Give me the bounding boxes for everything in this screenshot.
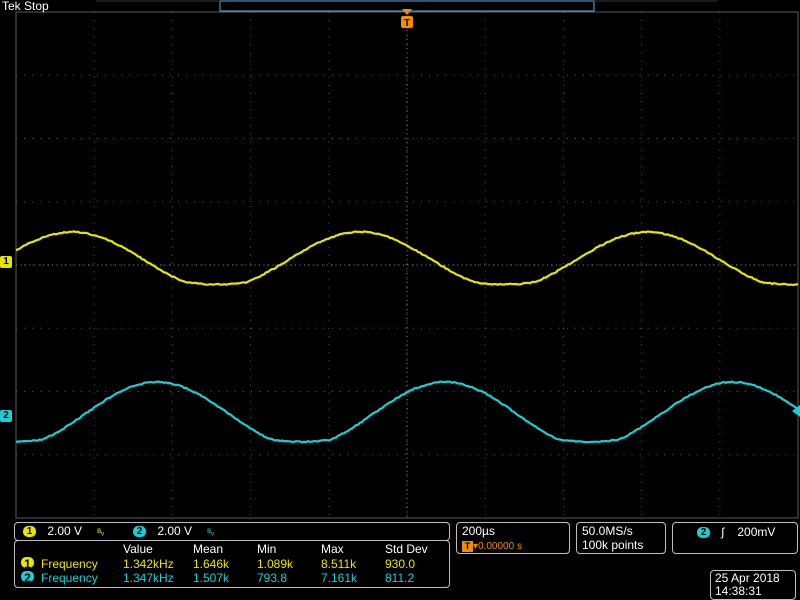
- trigger-level: 200mV: [737, 525, 775, 539]
- col-std-dev: Std Dev: [385, 542, 428, 556]
- status-header: Tek Stop: [2, 0, 49, 13]
- measurement-row-ch1[interactable]: 1 Frequency 1.342kHz 1.646k 1.089k 8.511…: [15, 557, 449, 571]
- col-min: Min: [257, 542, 276, 556]
- ch2-badge: 2: [133, 526, 146, 537]
- ch1-ground-marker[interactable]: 1: [0, 256, 12, 268]
- meas-ch2-min: 793.8: [257, 571, 287, 585]
- meas-ch2-badge: 2: [21, 571, 34, 582]
- meas-ch1-name: Frequency: [41, 557, 98, 571]
- brand-label: Tek: [2, 0, 21, 13]
- measurements-panel[interactable]: Value Mean Min Max Std Dev 1 Frequency 1…: [14, 540, 450, 588]
- col-mean: Mean: [193, 542, 223, 556]
- ch2-ground-marker[interactable]: 2: [0, 410, 12, 422]
- trigger-position-value: ▾0.00000 s: [473, 541, 522, 552]
- trigger-t-icon: T: [462, 541, 473, 552]
- ch1-scale-readout[interactable]: 1 2.00 V ᴮᵥ: [23, 524, 104, 539]
- meas-ch1-max: 8.511k: [321, 557, 356, 571]
- ch1-bandwidth-icon: ᴮᵥ: [97, 527, 104, 537]
- meas-ch2-mean: 1.507k: [193, 571, 229, 585]
- record-length: 100k points: [582, 538, 643, 552]
- timebase-panel[interactable]: 200µs T ▾0.00000 s: [456, 522, 570, 554]
- ch2-scale-readout[interactable]: 2 2.00 V ᴮᵥ: [133, 524, 214, 539]
- date-display: 25 Apr 2018: [715, 571, 780, 585]
- measurement-row-ch2[interactable]: 2 Frequency 1.347kHz 1.507k 793.8 7.161k…: [15, 571, 449, 585]
- ch2-bandwidth-icon: ᴮᵥ: [207, 527, 214, 537]
- rising-edge-icon: ʃ: [721, 525, 724, 539]
- meas-ch2-value: 1.347kHz: [123, 571, 174, 585]
- datetime-panel: 25 Apr 2018 14:38:31: [710, 570, 796, 600]
- channel-scale-panel[interactable]: 1 2.00 V ᴮᵥ 2 2.00 V ᴮᵥ: [14, 522, 450, 541]
- meas-ch1-badge: 1: [21, 557, 34, 568]
- meas-ch2-max: 7.161k: [321, 571, 357, 585]
- ch1-badge: 1: [23, 526, 36, 537]
- measurements-header-row: Value Mean Min Max Std Dev: [15, 542, 449, 556]
- ch1-scale: 2.00 V: [47, 524, 82, 538]
- meas-ch1-value: 1.342kHz: [123, 557, 174, 571]
- col-max: Max: [321, 542, 344, 556]
- col-value: Value: [123, 542, 153, 556]
- trigger-source-badge: 2: [697, 527, 710, 538]
- horizontal-scale: 200µs: [462, 524, 495, 538]
- sample-rate: 50.0MS/s: [582, 524, 633, 538]
- acquisition-panel[interactable]: 50.0MS/s 100k points: [576, 522, 666, 554]
- time-display: 14:38:31: [715, 584, 762, 598]
- meas-ch1-min: 1.089k: [257, 557, 293, 571]
- trigger-panel[interactable]: 2 ʃ 200mV: [672, 522, 798, 554]
- trigger-marker-label: T: [404, 18, 410, 29]
- meas-ch2-std: 811.2: [385, 571, 414, 585]
- ch1-marker-label: 1: [3, 256, 9, 267]
- meas-ch2-name: Frequency: [41, 571, 98, 585]
- meas-ch1-mean: 1.646k: [193, 557, 229, 571]
- trigger-position-readout: T ▾0.00000 s: [462, 538, 522, 554]
- oscilloscope-display: T: [0, 0, 800, 600]
- meas-ch1-std: 930.0: [385, 557, 415, 571]
- acquisition-state: Stop: [24, 0, 49, 13]
- ch2-scale: 2.00 V: [157, 524, 192, 538]
- trigger-readout: 2 ʃ 200mV: [697, 525, 775, 539]
- graticule-grid: [16, 12, 798, 518]
- ch2-marker-label: 2: [3, 410, 9, 421]
